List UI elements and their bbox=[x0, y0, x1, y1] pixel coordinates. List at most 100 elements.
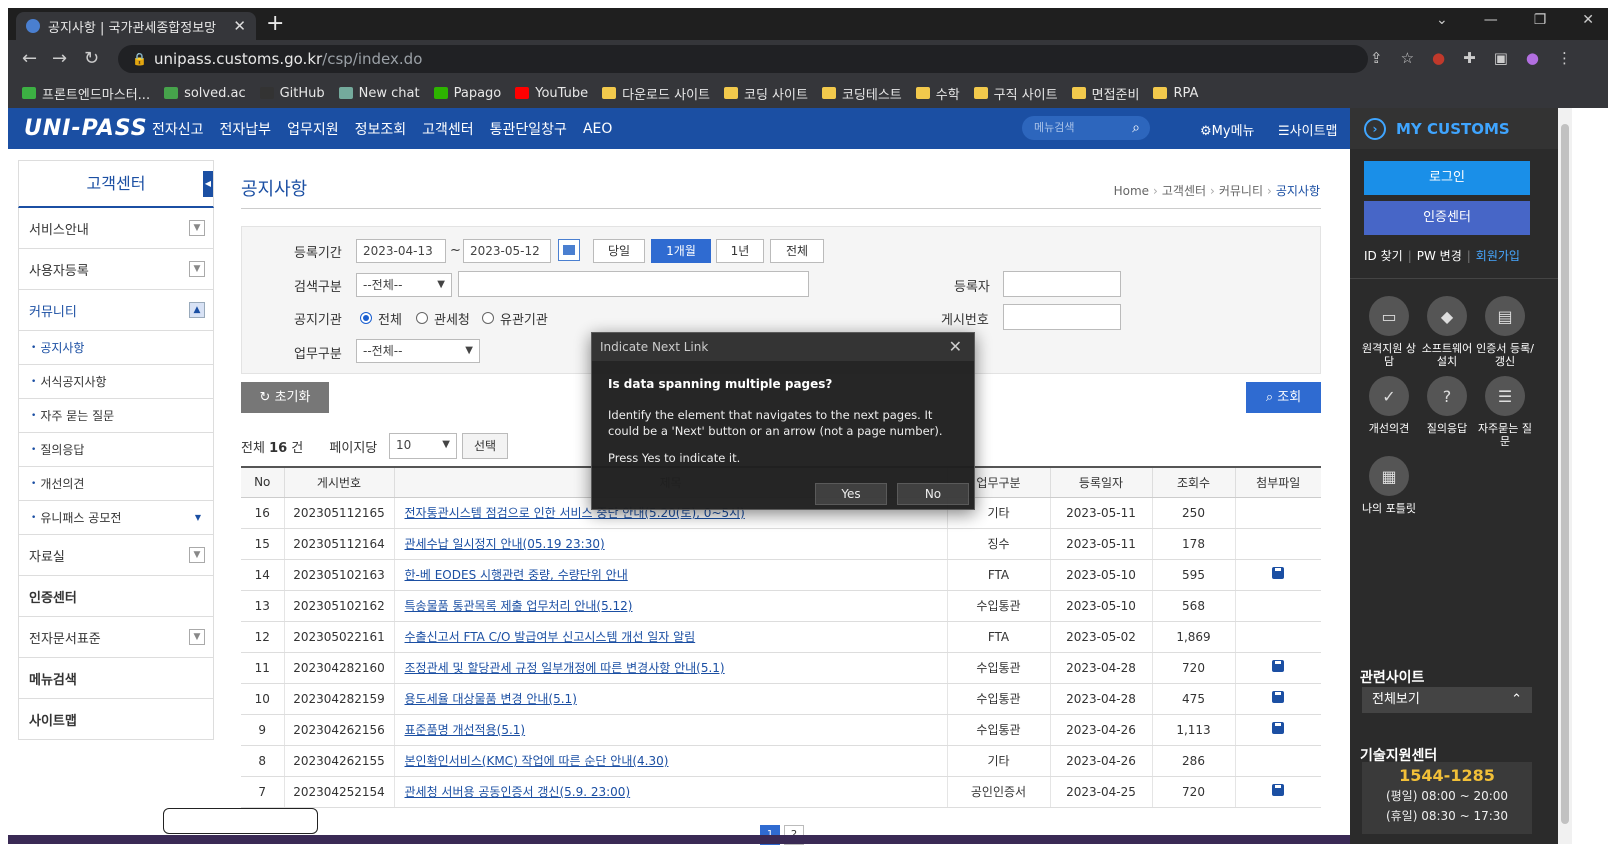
collapse-icon[interactable]: ◀ bbox=[203, 171, 213, 197]
bookmark-item[interactable]: 수학 bbox=[915, 84, 960, 103]
login-button[interactable]: 로그인 bbox=[1364, 161, 1530, 195]
sidebar-item[interactable]: 메뉴검색 bbox=[18, 658, 214, 699]
search-icon[interactable]: ⌕ bbox=[1132, 116, 1140, 140]
quick-menu-item[interactable]: ▤ 인증서 등록/갱신 bbox=[1476, 296, 1534, 368]
change-pw-link[interactable]: PW 변경 bbox=[1417, 249, 1462, 263]
sidebar-item[interactable]: 사용자등록 ▼ bbox=[18, 249, 214, 290]
bookmark-item[interactable]: solved.ac bbox=[164, 86, 246, 101]
close-window-icon[interactable]: ✕ bbox=[1582, 12, 1594, 28]
sidebar-item[interactable]: 인증센터 bbox=[18, 576, 214, 617]
biz-select[interactable]: --전체-- ▼ bbox=[356, 339, 480, 363]
gnb-menu-item[interactable]: 업무지원 bbox=[287, 119, 339, 139]
sidebar-item[interactable]: 자료실 ▼ bbox=[18, 535, 214, 576]
row-subject-link[interactable]: 특송물품 통관목록 제출 업무처리 안내(5.12) bbox=[405, 599, 633, 613]
related-sites-select[interactable]: 전체보기 ⌃ bbox=[1362, 687, 1532, 713]
more-menu-icon[interactable]: ⋮ bbox=[1557, 49, 1572, 67]
forward-icon[interactable]: → bbox=[52, 48, 67, 69]
toggle-icon[interactable]: ▼ bbox=[189, 629, 205, 645]
sidebar-item[interactable]: 사이트맵 bbox=[18, 699, 214, 740]
row-subject-link[interactable]: 관세청 서버용 공동인증서 갱신(5.9. 23:00) bbox=[405, 785, 631, 799]
sidebar-item[interactable]: 전자문서표준 ▼ bbox=[18, 617, 214, 658]
quick-menu-item[interactable]: ▭ 원격지원 상담 bbox=[1360, 296, 1418, 368]
bookmark-item[interactable]: RPA bbox=[1153, 86, 1198, 101]
toggle-icon[interactable]: ▲ bbox=[189, 302, 205, 318]
attachment-icon[interactable] bbox=[1272, 784, 1285, 796]
bookmark-item[interactable]: 구직 사이트 bbox=[973, 84, 1058, 103]
chevron-down-icon[interactable]: ⌄ bbox=[1436, 12, 1448, 28]
sidebar-subitem[interactable]: 질의응답 bbox=[18, 433, 214, 467]
attachment-icon[interactable] bbox=[1272, 660, 1285, 672]
gnb-menu-item[interactable]: AEO bbox=[583, 121, 612, 137]
back-icon[interactable]: ← bbox=[22, 48, 37, 69]
yes-button[interactable]: Yes bbox=[815, 483, 887, 505]
sidebar-subitem[interactable]: 공지사항 bbox=[18, 331, 214, 365]
search-keyword-input[interactable] bbox=[458, 271, 809, 297]
bookmark-item[interactable]: YouTube bbox=[515, 86, 588, 101]
row-subject-link[interactable]: 용도세율 대상물품 변경 안내(5.1) bbox=[405, 692, 577, 706]
breadcrumb-item[interactable]: 커뮤니티 bbox=[1219, 184, 1263, 198]
extension-ub-icon[interactable]: ● bbox=[1432, 49, 1445, 67]
address-bar[interactable]: 🔒 unipass.customs.go.kr/csp/index.do bbox=[118, 45, 1368, 73]
share-icon[interactable]: ⇪ bbox=[1370, 49, 1383, 67]
row-subject-link[interactable]: 표준품명 개선적용(5.1) bbox=[405, 723, 526, 737]
quick-menu-item[interactable]: ✓ 개선의견 bbox=[1360, 376, 1418, 448]
toggle-icon[interactable]: ▼ bbox=[189, 547, 205, 563]
breadcrumb-item[interactable]: 공지사항 bbox=[1276, 184, 1320, 198]
sidebar-item[interactable]: 서비스안내 ▼ bbox=[18, 208, 214, 249]
sidebar-subitem[interactable]: 자주 묻는 질문 bbox=[18, 399, 214, 433]
gnb-menu-item[interactable]: 정보조회 bbox=[355, 119, 407, 139]
quick-menu-item[interactable]: ▦ 나의 포틀릿 bbox=[1360, 456, 1418, 515]
gnb-menu-item[interactable]: 통관단일창구 bbox=[490, 119, 567, 139]
registrant-input[interactable] bbox=[1003, 271, 1121, 297]
quick-menu-item[interactable]: ☰ 자주묻는 질문 bbox=[1476, 376, 1534, 448]
sidebar-subitem[interactable]: 서식공지사항 bbox=[18, 365, 214, 399]
bookmark-item[interactable]: 면접준비 bbox=[1071, 84, 1139, 103]
star-icon[interactable]: ☆ bbox=[1401, 49, 1414, 67]
page-scrollbar[interactable] bbox=[1558, 108, 1572, 844]
chevron-right-icon[interactable]: › bbox=[1364, 117, 1386, 140]
attachment-icon[interactable] bbox=[1272, 722, 1285, 734]
search-type-select[interactable]: --전체-- ▼ bbox=[356, 273, 452, 297]
period-button[interactable]: 당일 bbox=[593, 239, 645, 263]
post-no-input[interactable] bbox=[1003, 304, 1121, 330]
choose-button[interactable]: 선택 bbox=[462, 433, 508, 459]
sidebar-item[interactable]: 커뮤니티 ▲ bbox=[18, 290, 214, 331]
browser-tab[interactable]: 공지사항 | 국가관세종합정보망 ✕ bbox=[16, 12, 256, 40]
row-subject-link[interactable]: 본인확인서비스(KMC) 작업에 따른 순단 안내(4.30) bbox=[405, 754, 669, 768]
gnb-menu-item[interactable]: 전자신고 bbox=[152, 119, 204, 139]
join-link[interactable]: 회원가입 bbox=[1476, 249, 1520, 263]
sidepanel-icon[interactable]: ▣ bbox=[1494, 49, 1508, 67]
attachment-icon[interactable] bbox=[1272, 567, 1285, 579]
restore-icon[interactable]: ❐ bbox=[1534, 12, 1547, 28]
row-subject-link[interactable]: 조정관세 및 할당관세 규정 일부개정에 따른 변경사항 안내(5.1) bbox=[405, 661, 725, 675]
gnb-menu-item[interactable]: 고객센터 bbox=[422, 119, 474, 139]
bookmark-item[interactable]: 프론트엔드마스터... bbox=[22, 84, 150, 103]
sidebar-subitem[interactable]: 유니패스 공모전 ▼ bbox=[18, 501, 214, 535]
reload-icon[interactable]: ↻ bbox=[84, 48, 99, 69]
unipass-logo[interactable]: UNI-PASS bbox=[24, 116, 148, 141]
bookmark-item[interactable]: GitHub bbox=[259, 86, 325, 101]
reset-button[interactable]: ↻ 초기화 bbox=[241, 382, 329, 413]
new-tab-icon[interactable]: + bbox=[266, 12, 284, 36]
period-button[interactable]: 1개월 bbox=[651, 239, 711, 263]
row-subject-link[interactable]: 관세수납 일시정지 안내(05.19 23:30) bbox=[405, 537, 605, 551]
bookmark-item[interactable]: Papago bbox=[433, 86, 501, 101]
org-radio[interactable] bbox=[416, 312, 428, 324]
close-tab-icon[interactable]: ✕ bbox=[233, 17, 246, 35]
bookmark-item[interactable]: New chat bbox=[338, 86, 420, 101]
org-radio[interactable] bbox=[360, 312, 372, 324]
minimize-icon[interactable]: — bbox=[1484, 12, 1498, 28]
row-subject-link[interactable]: 수출신고서 FTA C/O 발급여부 신고시스템 개선 일자 알림 bbox=[405, 630, 696, 644]
scrollbar-thumb[interactable] bbox=[1561, 124, 1569, 824]
search-button[interactable]: ⌕ 조회 bbox=[1246, 382, 1321, 413]
toggle-icon[interactable]: ▼ bbox=[189, 220, 205, 236]
attachment-icon[interactable] bbox=[1272, 691, 1285, 703]
period-button[interactable]: 전체 bbox=[770, 239, 824, 263]
profile-avatar-icon[interactable]: ● bbox=[1526, 49, 1539, 67]
gnb-menu-item[interactable]: 전자납부 bbox=[220, 119, 272, 139]
date-to-input[interactable]: 2023-05-12 bbox=[463, 239, 551, 263]
close-icon[interactable]: ✕ bbox=[949, 333, 962, 361]
sidebar-subitem[interactable]: 개선의견 bbox=[18, 467, 214, 501]
my-customs-header[interactable]: › MY CUSTOMS bbox=[1350, 108, 1558, 149]
menu-search-input[interactable]: 메뉴검색 ⌕ bbox=[1022, 116, 1150, 140]
